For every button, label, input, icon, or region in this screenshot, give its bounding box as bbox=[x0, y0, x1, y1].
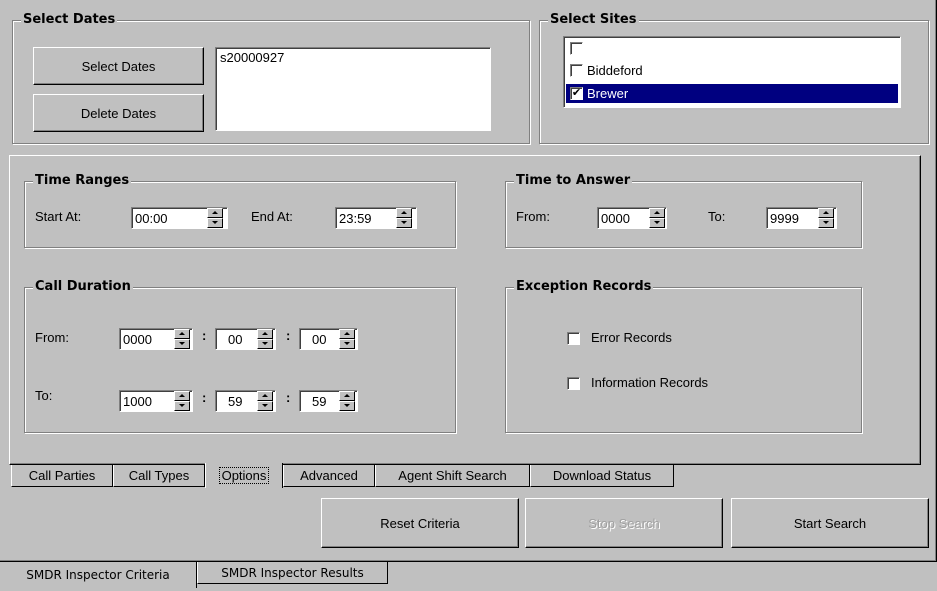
site-label: Brewer bbox=[587, 86, 629, 101]
spin-down-icon[interactable] bbox=[339, 401, 355, 411]
dates-listbox[interactable]: s20000927 bbox=[215, 47, 491, 131]
tta-to-label: To: bbox=[708, 209, 726, 224]
reset-criteria-button[interactable]: Reset Criteria bbox=[321, 498, 519, 548]
duration-from-minutes-spinner[interactable] bbox=[174, 329, 190, 349]
tab-call-types[interactable]: Call Types bbox=[113, 465, 205, 487]
error-records-label[interactable]: Error Records bbox=[591, 330, 672, 346]
information-records-label[interactable]: Information Records bbox=[591, 375, 708, 391]
site-item-blank[interactable] bbox=[566, 39, 898, 58]
select-sites-legend: Select Sites bbox=[548, 12, 639, 28]
delete-dates-button[interactable]: Delete Dates bbox=[33, 94, 204, 132]
spin-up-icon[interactable] bbox=[649, 208, 665, 218]
spin-up-icon[interactable] bbox=[339, 391, 355, 401]
duration-separator: : bbox=[286, 390, 291, 405]
tab-label: Advanced bbox=[300, 468, 358, 483]
duration-to-minutes-spinner[interactable] bbox=[174, 391, 190, 411]
spin-up-icon[interactable] bbox=[174, 391, 190, 401]
spin-down-icon[interactable] bbox=[649, 218, 665, 228]
end-at-label: End At: bbox=[251, 209, 293, 224]
site-item-brewer[interactable]: ✔ Brewer bbox=[566, 84, 898, 103]
spin-up-icon[interactable] bbox=[339, 329, 355, 339]
duration-from-min-spinner[interactable] bbox=[257, 329, 273, 349]
duration-separator: : bbox=[202, 390, 207, 405]
tab-download-status[interactable]: Download Status bbox=[530, 465, 674, 487]
spin-up-icon[interactable] bbox=[396, 208, 412, 218]
error-records-checkbox[interactable] bbox=[567, 332, 580, 345]
select-dates-legend: Select Dates bbox=[21, 12, 118, 28]
spin-down-icon[interactable] bbox=[257, 339, 273, 349]
tab-label: Call Types bbox=[128, 468, 190, 483]
time-ranges-legend: Time Ranges bbox=[33, 173, 132, 189]
site-label: Biddeford bbox=[587, 63, 643, 78]
dates-list-item[interactable]: s20000927 bbox=[220, 50, 490, 65]
site-item-biddeford[interactable]: Biddeford bbox=[566, 61, 898, 80]
select-dates-button[interactable]: Select Dates bbox=[33, 47, 204, 85]
tab-label: Options bbox=[218, 467, 270, 484]
tab-label: Agent Shift Search bbox=[398, 468, 507, 483]
start-at-label: Start At: bbox=[35, 209, 82, 224]
spin-down-icon[interactable] bbox=[174, 401, 190, 411]
exception-records-legend: Exception Records bbox=[514, 279, 654, 295]
spin-down-icon[interactable] bbox=[174, 339, 190, 349]
tab-agent-shift-search[interactable]: Agent Shift Search bbox=[375, 465, 530, 487]
duration-separator: : bbox=[202, 328, 207, 343]
tab-label: Download Status bbox=[552, 468, 652, 483]
tta-from-spinner[interactable] bbox=[649, 208, 665, 228]
tab-label: SMDR Inspector Results bbox=[221, 565, 364, 580]
site-checkbox[interactable] bbox=[570, 64, 583, 77]
exception-records-group: Exception Records bbox=[505, 279, 862, 433]
spin-up-icon[interactable] bbox=[818, 208, 834, 218]
spin-up-icon[interactable] bbox=[207, 208, 223, 218]
tab-smdr-inspector-criteria[interactable]: SMDR Inspector Criteria bbox=[0, 562, 197, 588]
spin-up-icon[interactable] bbox=[257, 391, 273, 401]
duration-from-label: From: bbox=[35, 330, 69, 345]
tab-label: SMDR Inspector Criteria bbox=[26, 568, 170, 582]
spin-up-icon[interactable] bbox=[174, 329, 190, 339]
tab-options[interactable]: Options bbox=[205, 463, 283, 488]
end-at-spinner[interactable] bbox=[396, 208, 412, 228]
spin-down-icon[interactable] bbox=[207, 218, 223, 228]
duration-to-sec-spinner[interactable] bbox=[339, 391, 355, 411]
call-duration-legend: Call Duration bbox=[33, 279, 133, 295]
duration-to-label: To: bbox=[35, 388, 53, 403]
start-search-button[interactable]: Start Search bbox=[731, 498, 929, 548]
stop-search-button[interactable]: Stop Search bbox=[525, 498, 723, 548]
spin-down-icon[interactable] bbox=[339, 339, 355, 349]
sites-listbox[interactable]: Biddeford ✔ Brewer bbox=[563, 36, 901, 108]
duration-from-sec-spinner[interactable] bbox=[339, 329, 355, 349]
information-records-checkbox[interactable] bbox=[567, 377, 580, 390]
tab-smdr-inspector-results[interactable]: SMDR Inspector Results bbox=[197, 562, 388, 584]
tab-advanced[interactable]: Advanced bbox=[283, 465, 375, 487]
site-checkbox-checked[interactable]: ✔ bbox=[570, 87, 583, 100]
spin-down-icon[interactable] bbox=[396, 218, 412, 228]
start-at-spinner[interactable] bbox=[207, 208, 223, 228]
duration-to-min-spinner[interactable] bbox=[257, 391, 273, 411]
spin-down-icon[interactable] bbox=[818, 218, 834, 228]
tab-call-parties[interactable]: Call Parties bbox=[11, 465, 113, 487]
duration-separator: : bbox=[286, 328, 291, 343]
site-checkbox[interactable] bbox=[570, 42, 583, 55]
checkmark-icon: ✔ bbox=[571, 87, 582, 99]
spin-down-icon[interactable] bbox=[257, 401, 273, 411]
tta-from-label: From: bbox=[516, 209, 550, 224]
time-to-answer-legend: Time to Answer bbox=[514, 173, 633, 189]
spin-up-icon[interactable] bbox=[257, 329, 273, 339]
tab-label: Call Parties bbox=[28, 468, 96, 483]
tta-to-spinner[interactable] bbox=[818, 208, 834, 228]
